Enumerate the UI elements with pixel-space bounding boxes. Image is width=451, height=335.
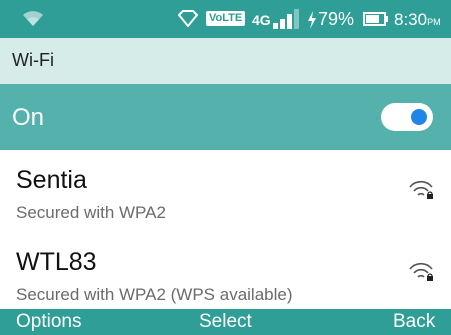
clock: 8:30PM: [394, 10, 441, 30]
network-ssid: WTL83: [16, 248, 97, 276]
wifi-locked-icon: [408, 260, 434, 287]
page-title: Wi-Fi: [12, 50, 54, 70]
cell-signal-icon: [273, 9, 305, 34]
wifi-settings-screen: VoLTE 4G 79% 8:30PM Wi-Fi On Sentia Secu…: [0, 0, 451, 335]
back-softkey[interactable]: Back: [393, 311, 435, 333]
network-ssid: Sentia: [16, 166, 87, 194]
wifi-icon: [22, 9, 44, 32]
clock-time: 8:30: [394, 10, 428, 29]
battery-percent: 79%: [318, 9, 355, 29]
status-bar: VoLTE 4G 79% 8:30PM: [0, 0, 451, 38]
toggle-knob: [411, 109, 427, 125]
charging-icon: [307, 11, 317, 34]
network-item-wtl83[interactable]: WTL83 Secured with WPA2 (WPS available): [0, 232, 451, 312]
clock-ampm: PM: [427, 17, 441, 27]
diamond-icon: [177, 10, 199, 33]
title-bar: Wi-Fi: [0, 38, 451, 84]
softkey-bar: Options Select Back: [0, 309, 451, 335]
select-softkey[interactable]: Select: [199, 311, 252, 333]
network-item-sentia[interactable]: Sentia Secured with WPA2: [0, 150, 451, 230]
network-security: Secured with WPA2: [16, 203, 166, 222]
wifi-locked-icon: [408, 178, 434, 205]
volte-badge: VoLTE: [206, 11, 246, 26]
options-softkey[interactable]: Options: [16, 311, 81, 333]
wifi-toggle-switch[interactable]: [381, 103, 433, 131]
battery-icon: [363, 12, 389, 31]
network-type-label: 4G: [252, 12, 271, 28]
wifi-state-label: On: [12, 104, 45, 131]
network-security: Secured with WPA2 (WPS available): [16, 285, 293, 304]
